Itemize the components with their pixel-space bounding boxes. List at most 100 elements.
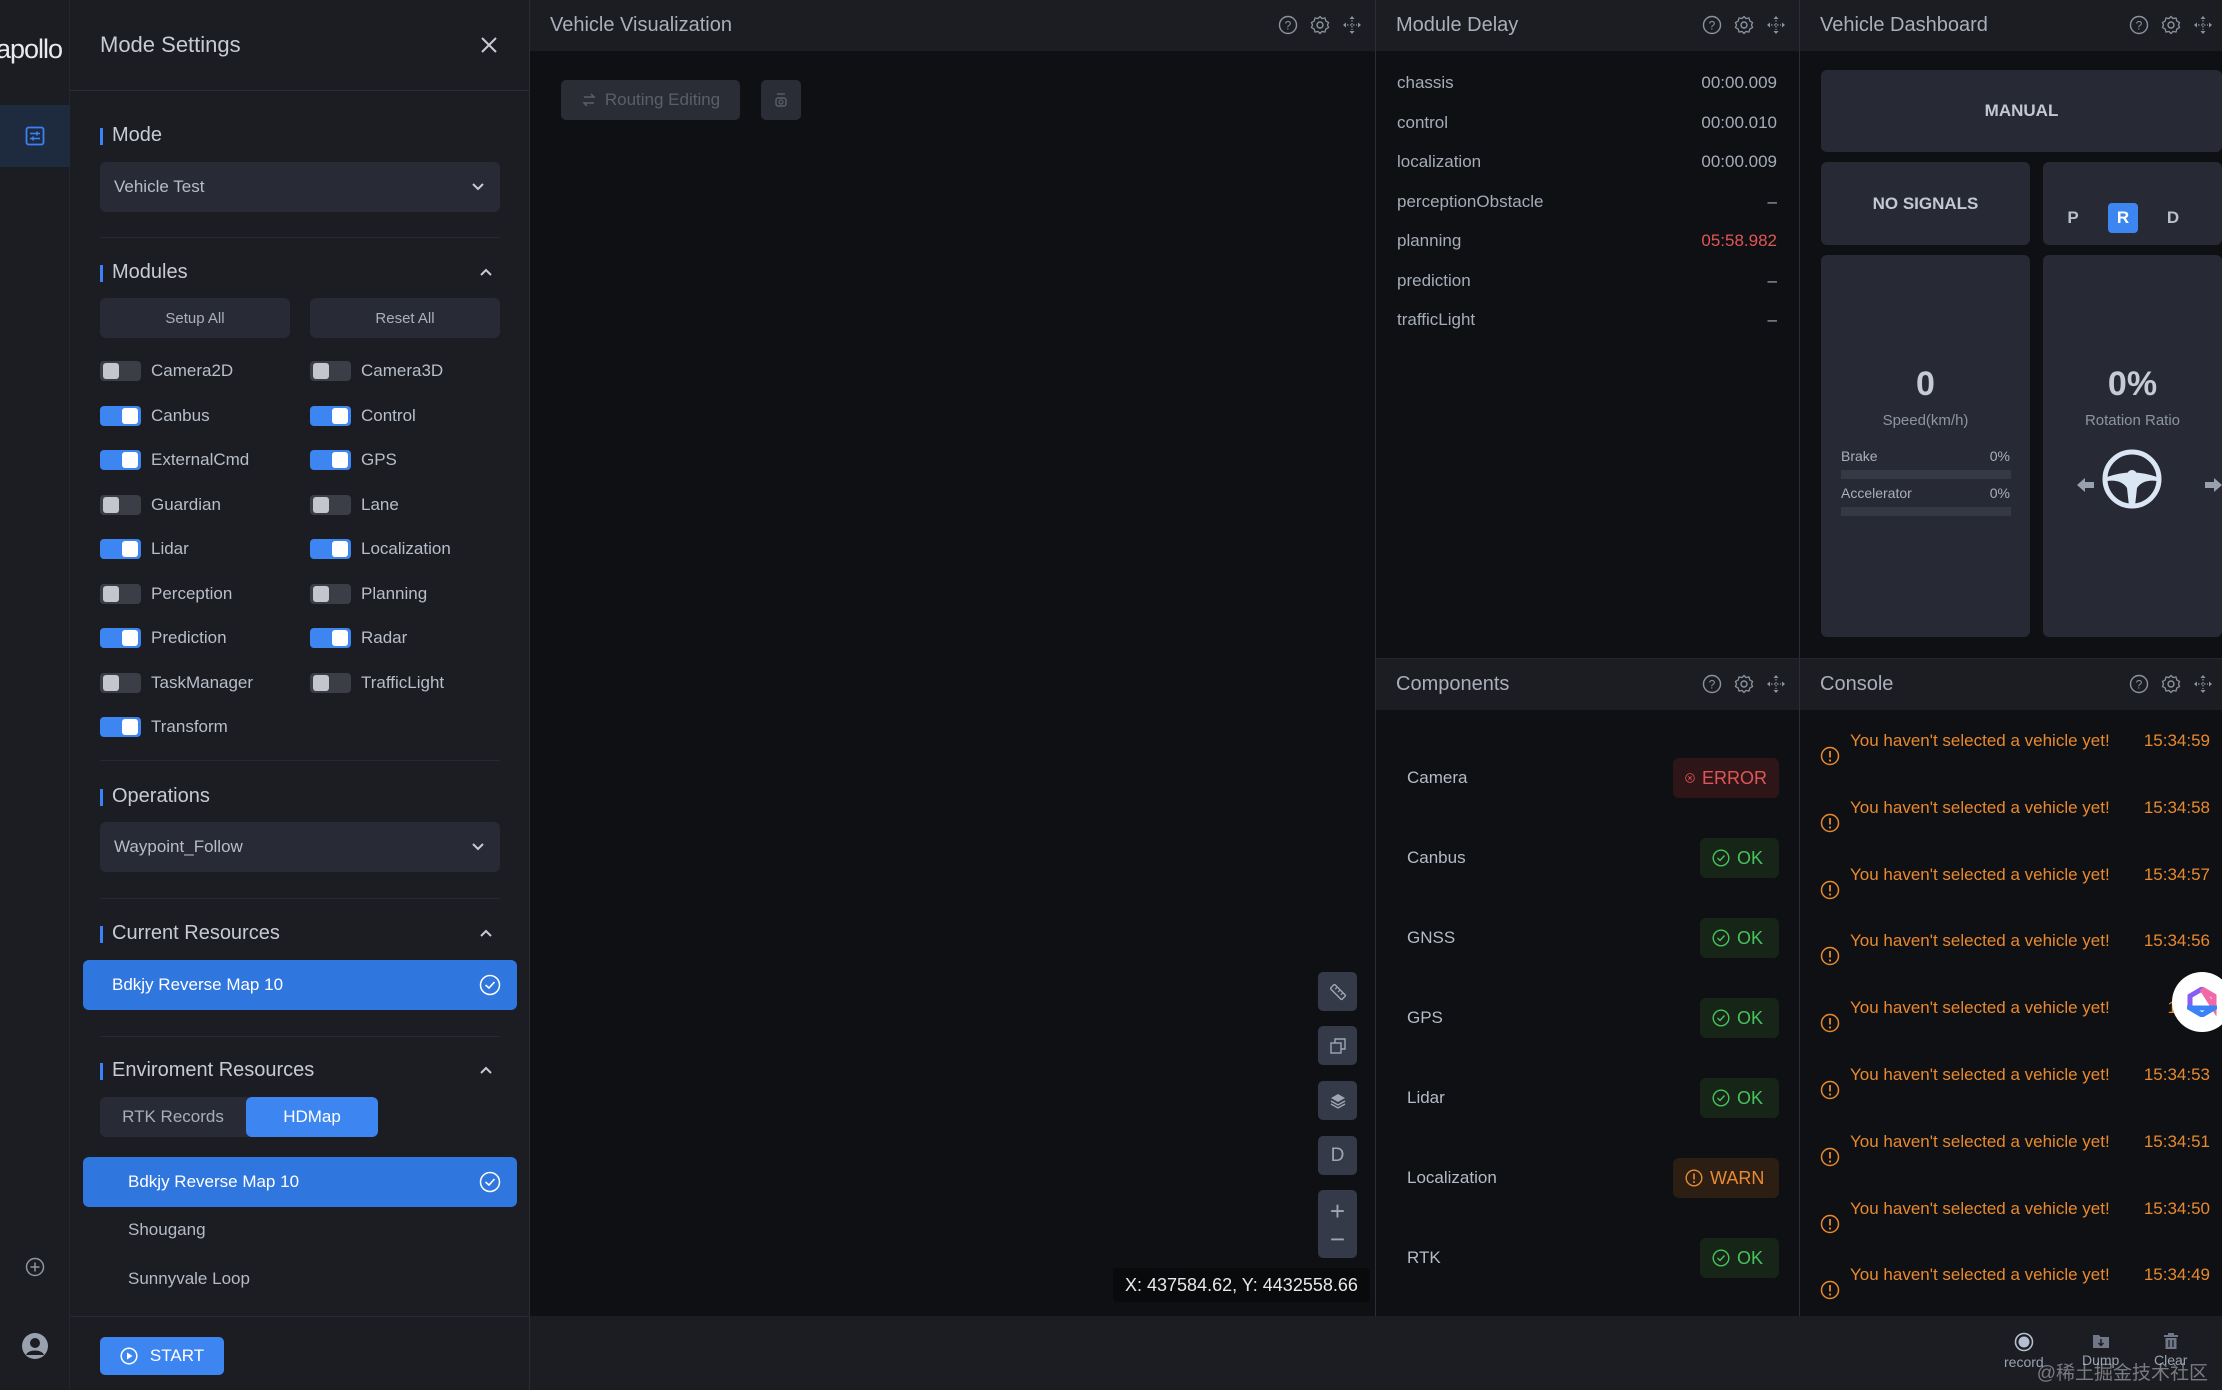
toggle-switch[interactable]: [100, 450, 141, 470]
module-toggle-canbus[interactable]: Canbus: [100, 401, 210, 431]
zoom-in-button[interactable]: +: [1330, 1198, 1345, 1224]
toggle-switch[interactable]: [100, 539, 141, 559]
camera-view-button[interactable]: [761, 80, 801, 120]
module-toggle-externalcmd[interactable]: ExternalCmd: [100, 445, 249, 475]
toggle-switch[interactable]: [100, 405, 141, 426]
plus-circle-icon: [25, 1257, 45, 1277]
drag-button[interactable]: [1765, 673, 1787, 695]
rail-profile-button[interactable]: [0, 1328, 70, 1364]
camera-view-icon: [775, 93, 787, 107]
env-resource-item[interactable]: Shougang: [128, 1220, 206, 1240]
toggle-switch[interactable]: [100, 717, 141, 737]
tab-hdmap[interactable]: HDMap: [246, 1097, 378, 1137]
module-label: Lidar: [151, 539, 189, 558]
help-icon: ?: [2129, 15, 2149, 35]
rail-add-button[interactable]: [0, 1252, 70, 1282]
settings-button[interactable]: [1309, 14, 1331, 36]
log-message: You haven't selected a vehicle yet!: [1850, 864, 2110, 884]
ruler-button[interactable]: [1318, 972, 1357, 1011]
driving-mode-value: MANUAL: [1984, 101, 2059, 120]
drag-button[interactable]: [2192, 14, 2214, 36]
mode-settings-footer: START: [70, 1316, 530, 1390]
module-toggle-lidar[interactable]: Lidar: [100, 534, 189, 564]
module-label: Lane: [361, 494, 399, 514]
module-toggle-guardian[interactable]: Guardian: [100, 490, 221, 520]
close-icon: [481, 37, 497, 53]
brake-value: 0%: [1989, 448, 2010, 464]
module-toggle-taskmanager[interactable]: TaskManager: [100, 668, 253, 698]
current-resource-item[interactable]: Bdkjy Reverse Map 10: [83, 960, 517, 1010]
module-toggle-lane[interactable]: Lane: [310, 490, 399, 520]
toggle-switch[interactable]: [100, 494, 141, 515]
toggle-knob: [122, 407, 138, 424]
settings-button[interactable]: [1733, 673, 1755, 695]
reset-all-button[interactable]: Reset All: [310, 298, 500, 338]
toggle-switch[interactable]: [310, 405, 351, 426]
log-timestamp: 15:34:53: [2143, 1065, 2210, 1084]
module-toggle-gps[interactable]: GPS: [310, 445, 397, 475]
module-toggle-trafficlight[interactable]: TrafficLight: [310, 668, 444, 698]
tab-rtk-records[interactable]: RTK Records: [100, 1097, 246, 1137]
component-row: RTK OK: [1407, 1238, 1779, 1278]
route-swap-icon: [582, 93, 596, 107]
settings-button[interactable]: [2160, 14, 2182, 36]
operations-section-title: Operations: [100, 785, 210, 808]
toggle-switch[interactable]: [310, 628, 351, 648]
help-button[interactable]: ?: [1701, 673, 1723, 695]
toggle-switch[interactable]: [100, 672, 141, 693]
operations-select[interactable]: Waypoint_Follow: [100, 822, 500, 872]
gear-d[interactable]: D: [2158, 203, 2188, 233]
module-toggle-prediction[interactable]: Prediction: [100, 623, 227, 653]
module-toggle-localization[interactable]: Localization: [310, 534, 451, 564]
panel-actions: ?: [1277, 14, 1363, 36]
close-button[interactable]: [474, 30, 504, 60]
driving-mode-card: MANUAL: [1821, 70, 2222, 152]
module-toggle-transform[interactable]: Transform: [100, 712, 228, 742]
environment-resources-collapse-button[interactable]: [474, 1058, 498, 1082]
toggle-switch[interactable]: [100, 361, 141, 381]
zoom-out-button[interactable]: −: [1330, 1226, 1345, 1252]
env-resource-item[interactable]: Sunnyvale Loop: [128, 1269, 250, 1289]
module-toggle-camera2d[interactable]: Camera2D: [100, 356, 233, 386]
copy-button[interactable]: [1318, 1026, 1357, 1065]
current-resources-collapse-button[interactable]: [474, 921, 498, 945]
zoom-controls: + −: [1318, 1190, 1357, 1258]
dimension-toggle-button[interactable]: D: [1318, 1136, 1357, 1175]
routing-editing-button[interactable]: Routing Editing: [561, 80, 740, 120]
toggle-switch[interactable]: [310, 672, 351, 693]
gear-selector: P R D: [2043, 162, 2222, 245]
toggle-switch[interactable]: [310, 450, 351, 470]
help-button[interactable]: ?: [2128, 673, 2150, 695]
rail-mode-settings-button[interactable]: [0, 105, 70, 167]
toggle-switch[interactable]: [310, 539, 351, 559]
drag-button[interactable]: [2192, 673, 2214, 695]
settings-button[interactable]: [2160, 673, 2182, 695]
module-toggle-planning[interactable]: Planning: [310, 579, 427, 609]
toggle-switch[interactable]: [310, 583, 351, 604]
help-button[interactable]: ?: [2128, 14, 2150, 36]
start-button[interactable]: START: [100, 1337, 224, 1375]
help-button[interactable]: ?: [1701, 14, 1723, 36]
module-toggle-perception[interactable]: Perception: [100, 579, 232, 609]
signal-value: NO SIGNALS: [1872, 194, 1979, 213]
settings-button[interactable]: [1733, 14, 1755, 36]
toggle-switch[interactable]: [310, 361, 351, 381]
module-toggle-radar[interactable]: Radar: [310, 623, 407, 653]
modules-collapse-button[interactable]: [474, 260, 498, 284]
drag-button[interactable]: [1341, 14, 1363, 36]
delay-value: 00:00.009: [1701, 73, 1777, 92]
setup-all-button[interactable]: Setup All: [100, 298, 290, 338]
toggle-switch[interactable]: [100, 583, 141, 604]
layers-button[interactable]: [1318, 1081, 1357, 1120]
mode-select[interactable]: Vehicle Test: [100, 162, 500, 212]
rotation-label: Rotation Ratio: [2084, 412, 2181, 429]
toggle-switch[interactable]: [100, 628, 141, 648]
module-toggle-control[interactable]: Control: [310, 401, 416, 431]
module-toggle-camera3d[interactable]: Camera3D: [310, 356, 443, 386]
env-resource-item-selected[interactable]: Bdkjy Reverse Map 10: [83, 1157, 517, 1207]
drag-button[interactable]: [1765, 14, 1787, 36]
gear-p[interactable]: P: [2058, 203, 2088, 233]
toggle-switch[interactable]: [310, 494, 351, 515]
gear-r[interactable]: R: [2108, 203, 2138, 233]
help-button[interactable]: ?: [1277, 14, 1299, 36]
